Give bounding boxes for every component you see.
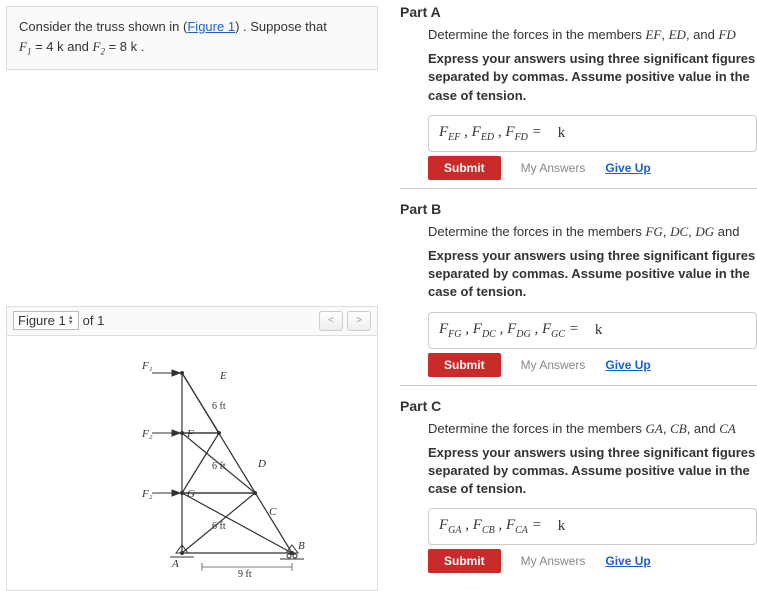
- svg-text:A: A: [171, 558, 179, 570]
- part-b-give-up-link[interactable]: Give Up: [605, 358, 650, 372]
- val1: = 4 k and: [31, 39, 92, 54]
- part-b-lhs: FFG , FDC , FDG , FGC =: [439, 321, 579, 340]
- figure-selector-label: Figure 1: [18, 313, 66, 328]
- part-a-lhs: FEF , FED , FFD =: [439, 124, 542, 143]
- part-a-submit-button[interactable]: Submit: [428, 156, 501, 180]
- part-b-title: Part B: [400, 197, 757, 223]
- svg-text:G: G: [187, 488, 195, 500]
- figure-panel: Figure 1 ▲▼ of 1 < >: [6, 306, 378, 591]
- part-a-desc: Determine the forces in the members EF, …: [428, 26, 757, 44]
- svg-text:B: B: [298, 540, 305, 552]
- part-a-instr: Express your answers using three signifi…: [428, 50, 757, 105]
- part-b-answer-box[interactable]: FFG , FDC , FDG , FGC = k: [428, 312, 757, 349]
- part-b: Part B Determine the forces in the membe…: [400, 197, 757, 377]
- part-c-give-up-link[interactable]: Give Up: [605, 554, 650, 568]
- part-c-instr: Express your answers using three signifi…: [428, 444, 757, 499]
- part-a: Part A Determine the forces in the membe…: [400, 0, 757, 180]
- part-b-unit: k: [595, 322, 603, 339]
- part-c-answer-box[interactable]: FGA , FCB , FCA = k: [428, 508, 757, 545]
- part-c-my-answers-link[interactable]: My Answers: [521, 554, 586, 568]
- figure-count: of 1: [83, 313, 105, 328]
- svg-text:C: C: [269, 506, 277, 518]
- part-b-instr: Express your answers using three signifi…: [428, 247, 757, 302]
- stepper-icon: ▲▼: [68, 316, 74, 326]
- svg-text:9 ft: 9 ft: [238, 569, 252, 580]
- chevron-right-icon: >: [356, 315, 362, 326]
- separator: [400, 385, 757, 386]
- svg-text:F₁: F₁: [141, 360, 153, 372]
- part-c-lhs: FGA , FCB , FCA =: [439, 517, 542, 536]
- part-b-my-answers-link[interactable]: My Answers: [521, 358, 586, 372]
- part-c-unit: k: [558, 518, 566, 535]
- svg-text:F₂: F₂: [141, 488, 153, 500]
- svg-text:E: E: [219, 370, 227, 382]
- part-a-my-answers-link[interactable]: My Answers: [521, 161, 586, 175]
- part-c: Part C Determine the forces in the membe…: [400, 394, 757, 574]
- part-a-unit: k: [558, 125, 566, 142]
- problem-text-post: ) . Suppose that: [235, 19, 327, 34]
- part-c-title: Part C: [400, 394, 757, 420]
- part-b-submit-button[interactable]: Submit: [428, 353, 501, 377]
- figure-selector[interactable]: Figure 1 ▲▼: [13, 311, 79, 330]
- part-a-answer-box[interactable]: FEF , FED , FFD = k: [428, 115, 757, 152]
- part-c-submit-button[interactable]: Submit: [428, 549, 501, 573]
- figure-link[interactable]: Figure 1: [187, 19, 235, 34]
- figure-image: F₁ F₂ F₂ E F D G C A B 6 ft 6 ft 6 ft 9 …: [7, 336, 377, 590]
- val2: = 8 k .: [105, 39, 144, 54]
- svg-text:F: F: [186, 428, 194, 440]
- var-f1: F: [19, 39, 27, 54]
- figure-prev-button[interactable]: <: [319, 311, 343, 331]
- svg-text:F₂: F₂: [141, 428, 153, 440]
- chevron-left-icon: <: [328, 315, 334, 326]
- part-c-desc: Determine the forces in the members GA, …: [428, 420, 757, 438]
- svg-text:6 ft: 6 ft: [212, 461, 226, 472]
- svg-text:6 ft: 6 ft: [212, 401, 226, 412]
- part-a-title: Part A: [400, 0, 757, 26]
- svg-text:6 ft: 6 ft: [212, 521, 226, 532]
- part-a-give-up-link[interactable]: Give Up: [605, 161, 650, 175]
- problem-statement: Consider the truss shown in (Figure 1) .…: [6, 6, 378, 70]
- figure-next-button[interactable]: >: [347, 311, 371, 331]
- problem-text-pre: Consider the truss shown in (: [19, 19, 187, 34]
- separator: [400, 188, 757, 189]
- svg-text:D: D: [257, 458, 266, 470]
- part-b-desc: Determine the forces in the members FG, …: [428, 223, 757, 241]
